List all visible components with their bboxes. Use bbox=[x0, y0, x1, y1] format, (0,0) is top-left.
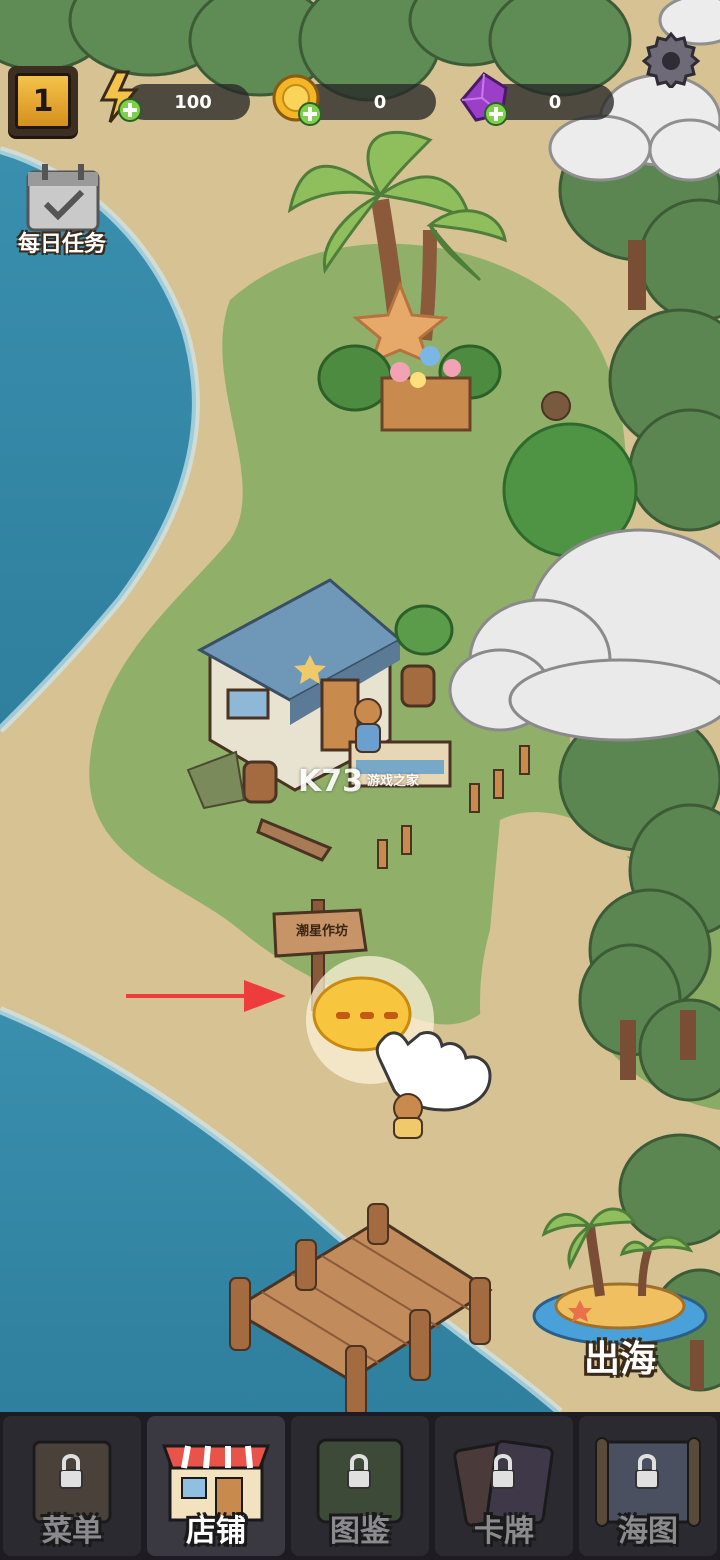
coconut bbox=[541, 391, 571, 421]
coin-plus-icon[interactable] bbox=[270, 72, 326, 128]
daily-tasks-button[interactable]: 每日任务 bbox=[6, 160, 118, 257]
watermark: K73 游戏之家 bbox=[298, 764, 419, 799]
set-sail-label: 出海 bbox=[583, 1339, 656, 1380]
flower-bush bbox=[394, 604, 454, 656]
bottom-nav: 菜单 店铺 图鉴 卡牌 海图 bbox=[0, 1412, 720, 1560]
shop-sign-label: 潮星作坊 bbox=[295, 924, 348, 939]
nav-label-cards: 卡牌 bbox=[474, 1514, 534, 1549]
nav-item-sea-chart[interactable]: 海图 bbox=[579, 1416, 717, 1556]
player-bear bbox=[393, 1093, 423, 1139]
coin-value: 0 bbox=[373, 91, 387, 113]
shrub-left bbox=[317, 344, 393, 412]
nav-item-menu[interactable]: 菜单 bbox=[3, 1416, 141, 1556]
daily-tasks-label: 每日任务 bbox=[17, 232, 106, 257]
level-badge[interactable]: 1 bbox=[8, 66, 78, 136]
nav-item-cards[interactable]: 卡牌 bbox=[435, 1416, 573, 1556]
barrel bbox=[400, 664, 436, 708]
nav-label-sea-chart: 海图 bbox=[618, 1514, 678, 1549]
nav-label-collection: 图鉴 bbox=[330, 1514, 390, 1549]
watermark-sub: 游戏之家 bbox=[367, 774, 420, 789]
nav-label-shop: 店铺 bbox=[186, 1514, 246, 1549]
shopkeeper-bear bbox=[354, 698, 382, 753]
island-icon bbox=[532, 1207, 708, 1346]
lightning-plus-icon[interactable] bbox=[96, 70, 146, 126]
energy-value: 100 bbox=[174, 91, 212, 113]
nav-item-shop[interactable]: 店铺 bbox=[147, 1416, 285, 1556]
gem-value: 0 bbox=[548, 91, 562, 113]
barrel bbox=[242, 760, 278, 804]
watermark-brand: K73 bbox=[298, 764, 363, 799]
level-number: 1 bbox=[32, 83, 54, 119]
nav-label-menu: 菜单 bbox=[42, 1514, 102, 1549]
gem-plus-icon[interactable] bbox=[456, 70, 514, 128]
nav-item-collection[interactable]: 图鉴 bbox=[291, 1416, 429, 1556]
gear-icon[interactable] bbox=[642, 30, 700, 88]
set-sail-button[interactable]: 出海 bbox=[530, 1196, 710, 1386]
